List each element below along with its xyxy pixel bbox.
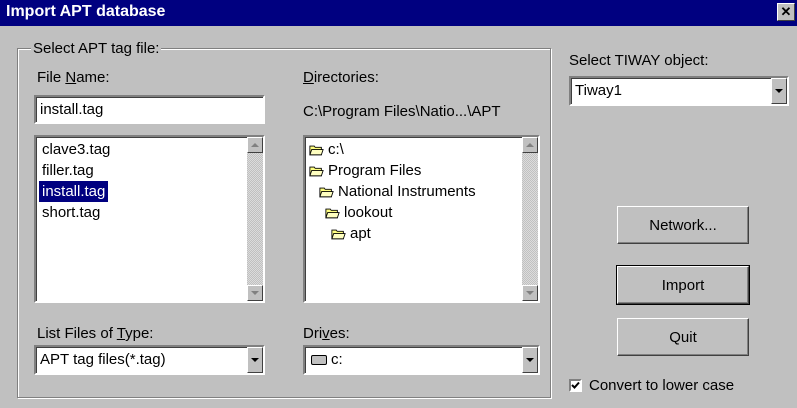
file-list-item[interactable]: filler.tag xyxy=(39,160,97,181)
directory-item-label: c:\ xyxy=(328,141,344,158)
tiway-dropdown-button[interactable] xyxy=(771,78,787,104)
import-button[interactable]: Import xyxy=(616,265,750,305)
directory-tree[interactable]: c:\ Program Files National Instruments look… xyxy=(303,135,540,303)
file-list-item[interactable]: clave3.tag xyxy=(39,139,113,160)
open-folder-icon xyxy=(325,208,340,218)
scroll-up-button[interactable] xyxy=(247,137,263,153)
directory-scrollbar[interactable] xyxy=(522,137,538,301)
up-arrow-icon xyxy=(526,143,534,147)
tiway-value: Tiway1 xyxy=(575,82,622,99)
group-legend: Select APT tag file: xyxy=(31,40,162,57)
directory-item-label: apt xyxy=(350,225,371,242)
file-list-scrollbar[interactable] xyxy=(247,137,263,301)
chevron-down-icon xyxy=(251,358,259,362)
directory-item[interactable]: apt xyxy=(331,223,371,244)
file-type-value: APT tag files(*.tag) xyxy=(40,351,166,368)
close-button[interactable]: ✕ xyxy=(777,3,795,21)
chevron-down-icon xyxy=(775,89,783,93)
window-title: Import APT database xyxy=(6,3,166,20)
directory-item-label: National Instruments xyxy=(338,183,476,200)
scroll-up-button[interactable] xyxy=(522,137,538,153)
open-folder-icon xyxy=(331,229,346,239)
file-type-select[interactable]: APT tag files(*.tag) xyxy=(34,345,265,375)
open-folder-icon xyxy=(309,166,324,176)
open-folder-icon xyxy=(319,187,334,197)
drive-icon xyxy=(311,355,327,365)
tiway-select[interactable]: Tiway1 xyxy=(569,76,789,106)
close-icon: ✕ xyxy=(780,4,792,19)
file-type-dropdown-button[interactable] xyxy=(247,347,263,373)
drives-dropdown-button[interactable] xyxy=(522,347,538,373)
directories-label: Directories: xyxy=(303,69,379,86)
directories-path: C:\Program Files\Natio...\APT xyxy=(303,103,501,120)
open-folder-icon xyxy=(309,145,324,155)
drives-value: c: xyxy=(331,351,343,368)
convert-lowercase-checkbox[interactable]: Convert to lower case xyxy=(569,377,734,394)
drives-label: Drives: xyxy=(303,325,350,342)
file-name-input[interactable]: install.tag xyxy=(34,95,265,124)
directory-item-label: lookout xyxy=(344,204,393,221)
up-arrow-icon xyxy=(251,143,259,147)
quit-button[interactable]: Quit xyxy=(617,318,749,356)
directory-item[interactable]: lookout xyxy=(325,202,392,223)
down-arrow-icon xyxy=(251,291,259,295)
directory-item-label: Program Files xyxy=(328,162,422,179)
drives-select[interactable]: c: xyxy=(303,345,540,375)
chevron-down-icon xyxy=(526,358,534,362)
scroll-down-button[interactable] xyxy=(247,285,263,301)
file-name-value: install.tag xyxy=(40,101,104,118)
checkbox-box[interactable] xyxy=(569,379,582,392)
file-name-label: File Name: xyxy=(37,69,110,86)
directory-item[interactable]: Program Files xyxy=(309,160,421,181)
network-button[interactable]: Network... xyxy=(617,206,749,244)
file-type-label: List Files of Type: xyxy=(37,325,154,342)
tiway-label: Select TIWAY object: xyxy=(569,52,709,69)
scroll-down-button[interactable] xyxy=(522,285,538,301)
directory-item[interactable]: c:\ xyxy=(309,139,344,160)
file-list-item[interactable]: install.tag xyxy=(39,181,109,202)
convert-lowercase-label: Convert to lower case xyxy=(589,377,735,394)
down-arrow-icon xyxy=(526,291,534,295)
checkmark-icon xyxy=(571,381,580,389)
file-list-item[interactable]: short.tag xyxy=(39,202,103,223)
directory-item[interactable]: National Instruments xyxy=(319,181,476,202)
file-list[interactable]: clave3.tag filler.tag install.tag short.tag xyxy=(34,135,265,303)
title-bar: Import APT database ✕ xyxy=(0,0,797,26)
